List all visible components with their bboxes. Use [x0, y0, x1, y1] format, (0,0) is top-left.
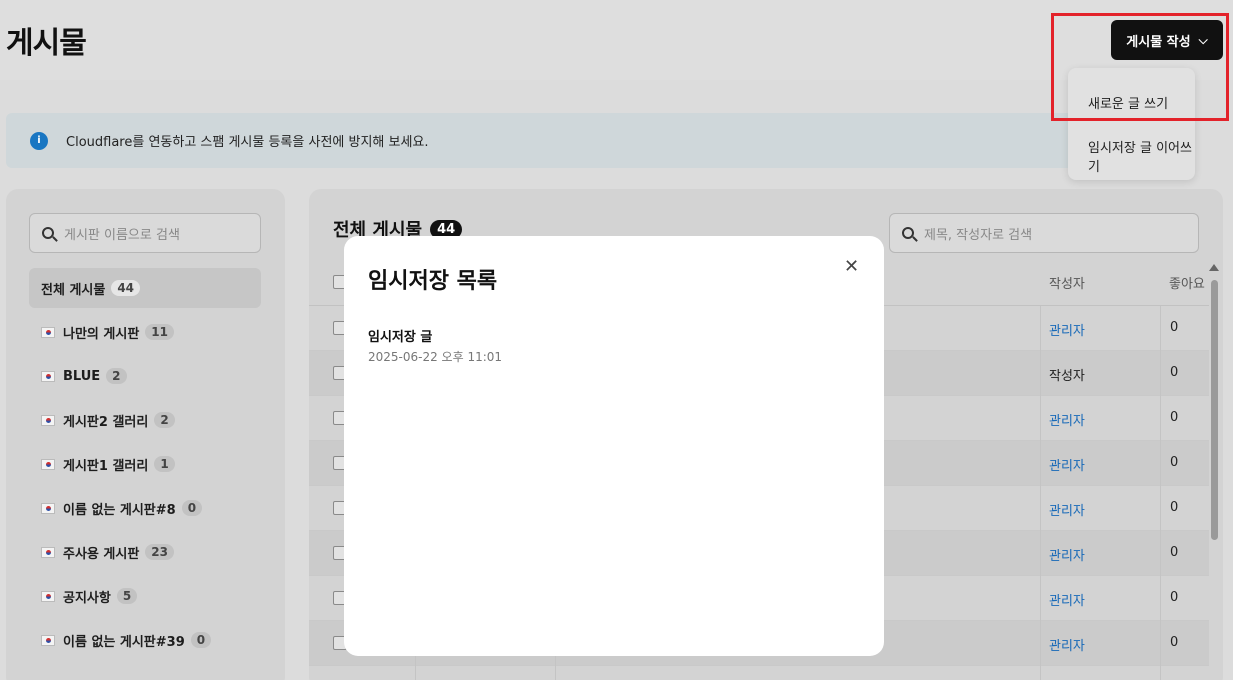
post-search-input[interactable]: 제목, 작성자로 검색 — [889, 213, 1199, 253]
scrollbar-thumb[interactable] — [1211, 280, 1218, 540]
sidebar-item[interactable]: 공지사항 5 — [29, 576, 261, 616]
sidebar-item-count: 5 — [116, 588, 138, 604]
korea-flag-icon — [41, 326, 55, 338]
sidebar-item-count: 44 — [111, 280, 141, 296]
draft-item-title[interactable]: 임시저장 글 — [368, 326, 432, 345]
search-icon — [42, 227, 54, 239]
row-author[interactable]: 관리자 — [1049, 455, 1085, 474]
post-search-placeholder: 제목, 작성자로 검색 — [924, 227, 1033, 243]
sidebar-item[interactable]: 주사용 게시판 23 — [29, 532, 261, 572]
sidebar-item-label: 게시판1 갤러리 — [63, 458, 149, 474]
page-title: 게시물 — [6, 26, 87, 61]
row-likes: 0 — [1170, 635, 1179, 650]
sidebar-item-count: 11 — [145, 324, 174, 340]
close-icon[interactable]: ✕ — [844, 258, 859, 276]
sidebar-item-label: 주사용 게시판 — [63, 546, 140, 562]
cloudflare-banner: i Cloudflare를 연동하고 스팸 게시물 등록을 사전에 방지해 보세… — [6, 113, 1106, 168]
banner-text: Cloudflare를 연동하고 스팸 게시물 등록을 사전에 방지해 보세요. — [66, 135, 429, 150]
column-divider — [1040, 306, 1041, 680]
modal-title: 임시저장 목록 — [368, 269, 498, 294]
column-divider — [1160, 306, 1161, 680]
sidebar-item[interactable]: 이름 없는 게시판#39 0 — [29, 620, 261, 660]
draft-item-date: 2025-06-22 오후 11:01 — [368, 350, 503, 364]
search-icon — [902, 227, 914, 239]
board-search-placeholder: 게시판 이름으로 검색 — [64, 227, 180, 243]
row-author[interactable]: 관리자 — [1049, 590, 1085, 609]
sidebar-item-count: 2 — [154, 412, 175, 428]
sidebar-item[interactable]: 이름 없는 게시판#8 0 — [29, 488, 261, 528]
sidebar-item-label: 나만의 게시판 — [63, 326, 140, 342]
row-author[interactable]: 관리자 — [1049, 500, 1085, 519]
sidebar-item[interactable]: BLUE 2 — [29, 356, 261, 396]
sidebar-item-count: 1 — [154, 456, 175, 472]
sidebar-item-label: 이름 없는 게시판#8 — [63, 502, 176, 518]
korea-flag-icon — [41, 590, 55, 602]
row-likes: 0 — [1170, 500, 1179, 515]
sidebar-item-label: 전체 게시물 — [41, 282, 106, 298]
menu-item-continue-draft[interactable]: 임시저장 글 이어쓰기 — [1088, 137, 1195, 175]
sidebar-item[interactable]: 나만의 게시판 11 — [29, 312, 261, 352]
korea-flag-icon — [41, 370, 55, 382]
row-author[interactable]: 관리자 — [1049, 545, 1085, 564]
korea-flag-icon — [41, 414, 55, 426]
row-likes: 0 — [1170, 545, 1179, 560]
sidebar-item-count: 0 — [190, 632, 212, 648]
row-author[interactable]: 관리자 — [1049, 410, 1085, 429]
sidebar-item-label: 공지사항 — [63, 590, 111, 606]
top-header: 게시물 — [0, 0, 1233, 80]
row-likes: 0 — [1170, 410, 1179, 425]
sidebar-item-label: 이름 없는 게시판#39 — [63, 634, 185, 650]
sidebar-item[interactable]: 게시판1 갤러리 1 — [29, 444, 261, 484]
column-likes[interactable]: 좋아요 — [1169, 273, 1205, 292]
draft-list-modal: 임시저장 목록 ✕ 임시저장 글 2025-06-22 오후 11:01 — [344, 236, 884, 656]
korea-flag-icon — [41, 458, 55, 470]
sidebar-item-label: BLUE — [63, 368, 101, 384]
row-author[interactable]: 관리자 — [1049, 320, 1085, 339]
row-likes: 0 — [1170, 455, 1179, 470]
highlight-box — [1051, 13, 1229, 121]
sidebar-item-count: 23 — [145, 544, 174, 560]
board-sidebar: 게시판 이름으로 검색 전체 게시물 44 나만의 게시판 11 BLUE 2 게시판2 갤… — [6, 189, 285, 680]
row-likes: 0 — [1170, 365, 1179, 380]
column-author[interactable]: 작성자 — [1049, 273, 1085, 292]
sidebar-item[interactable]: 게시판2 갤러리 2 — [29, 400, 261, 440]
korea-flag-icon — [41, 546, 55, 558]
board-search-input[interactable]: 게시판 이름으로 검색 — [29, 213, 261, 253]
sidebar-item-count: 2 — [106, 368, 127, 384]
row-author: 작성자 — [1049, 369, 1085, 384]
scroll-up-arrow[interactable] — [1209, 264, 1219, 271]
info-icon: i — [30, 131, 48, 150]
row-likes: 0 — [1170, 320, 1179, 335]
korea-flag-icon — [41, 502, 55, 514]
sidebar-item-count: 0 — [181, 500, 203, 516]
row-author[interactable]: 관리자 — [1049, 635, 1085, 654]
sidebar-item[interactable]: 전체 게시물 44 — [29, 268, 261, 308]
sidebar-item-label: 게시판2 갤러리 — [63, 414, 149, 430]
row-likes: 0 — [1170, 590, 1179, 605]
korea-flag-icon — [41, 634, 55, 646]
